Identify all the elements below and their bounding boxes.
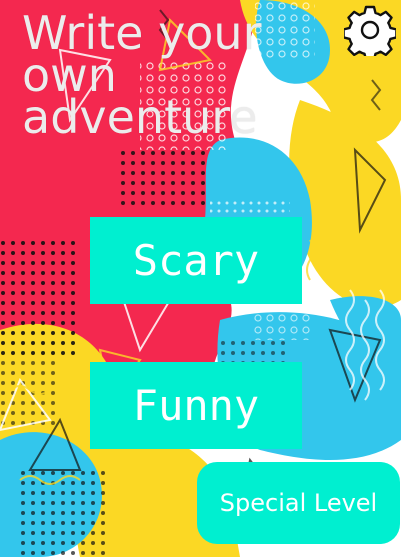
gear-icon[interactable] bbox=[344, 4, 396, 56]
funny-button[interactable]: Funny bbox=[90, 362, 302, 449]
page-title: Write your own adventure bbox=[22, 6, 262, 144]
special-level-button[interactable]: Special Level bbox=[197, 462, 400, 544]
scary-button[interactable]: Scary bbox=[90, 217, 302, 304]
